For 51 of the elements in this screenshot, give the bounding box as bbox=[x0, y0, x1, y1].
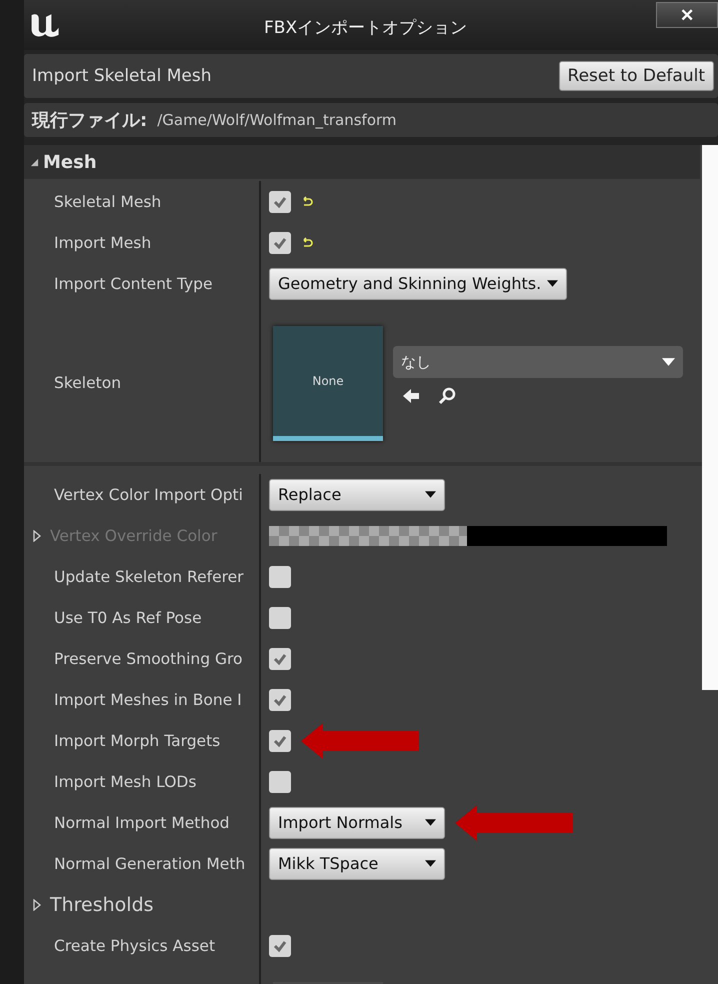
dropdown[interactable]: Import Normals bbox=[269, 806, 445, 838]
property-label: Update Skeleton Referer bbox=[54, 568, 244, 586]
caret-icon bbox=[547, 280, 558, 287]
collapse-arrow-icon[interactable] bbox=[30, 158, 39, 166]
reset-button[interactable]: Reset to Default bbox=[558, 61, 714, 91]
caret-icon bbox=[425, 819, 436, 826]
dropdown[interactable]: Geometry and Skinning Weights. bbox=[269, 268, 568, 300]
asset-thumbnail[interactable]: None bbox=[273, 326, 383, 440]
group-label: Thresholds bbox=[50, 894, 154, 916]
checkbox[interactable] bbox=[269, 566, 291, 588]
search-icon[interactable] bbox=[437, 386, 457, 406]
checkbox[interactable] bbox=[269, 934, 291, 956]
checkbox[interactable] bbox=[269, 190, 291, 212]
checkbox[interactable] bbox=[269, 232, 291, 254]
back-arrow-icon[interactable] bbox=[401, 386, 421, 406]
checkbox[interactable] bbox=[269, 648, 291, 670]
checkbox[interactable] bbox=[269, 730, 291, 752]
property-label: Skeletal Mesh bbox=[54, 192, 162, 210]
caret-icon bbox=[425, 860, 436, 867]
property-label: Skeleton bbox=[54, 374, 122, 392]
property-label: Import Mesh bbox=[54, 234, 152, 252]
expand-arrow-icon[interactable] bbox=[32, 898, 42, 910]
asset-combo[interactable]: なし bbox=[393, 346, 683, 378]
scrollbar[interactable] bbox=[702, 145, 718, 690]
property-label: Create Physics Asset bbox=[54, 936, 216, 954]
property-label: Import Morph Targets bbox=[54, 732, 220, 750]
property-label: Vertex Override Color bbox=[50, 526, 218, 544]
checkbox[interactable] bbox=[269, 770, 291, 792]
checkbox[interactable] bbox=[269, 606, 291, 628]
section-header[interactable]: Mesh bbox=[24, 145, 700, 179]
caret-icon bbox=[425, 491, 436, 498]
caret-icon bbox=[662, 358, 675, 366]
property-label: Use T0 As Ref Pose bbox=[54, 608, 202, 626]
checkbox[interactable] bbox=[269, 688, 291, 710]
window-title: FBXインポートオプション bbox=[264, 17, 468, 39]
property-label: Import Meshes in Bone I bbox=[54, 690, 242, 708]
property-label: Import Mesh LODs bbox=[54, 772, 196, 790]
property-label: Normal Generation Meth bbox=[54, 854, 246, 872]
property-label: Normal Import Method bbox=[54, 814, 230, 832]
property-label: Vertex Color Import Opti bbox=[54, 486, 243, 504]
property-label: Import Content Type bbox=[54, 274, 213, 292]
header-title: Import Skeletal Mesh bbox=[32, 66, 212, 86]
property-label: Preserve Smoothing Gro bbox=[54, 650, 242, 668]
color-swatch[interactable] bbox=[269, 526, 667, 546]
dropdown[interactable]: Mikk TSpace bbox=[269, 848, 445, 880]
close-button[interactable]: ✕ bbox=[656, 2, 718, 28]
reset-arrow-icon[interactable] bbox=[301, 236, 313, 248]
reset-arrow-icon[interactable] bbox=[301, 196, 313, 208]
file-label: 現行ファイル: bbox=[32, 109, 148, 132]
file-path: /Game/Wolf/Wolfman_transform bbox=[157, 111, 397, 129]
dropdown[interactable]: Replace bbox=[269, 478, 445, 510]
